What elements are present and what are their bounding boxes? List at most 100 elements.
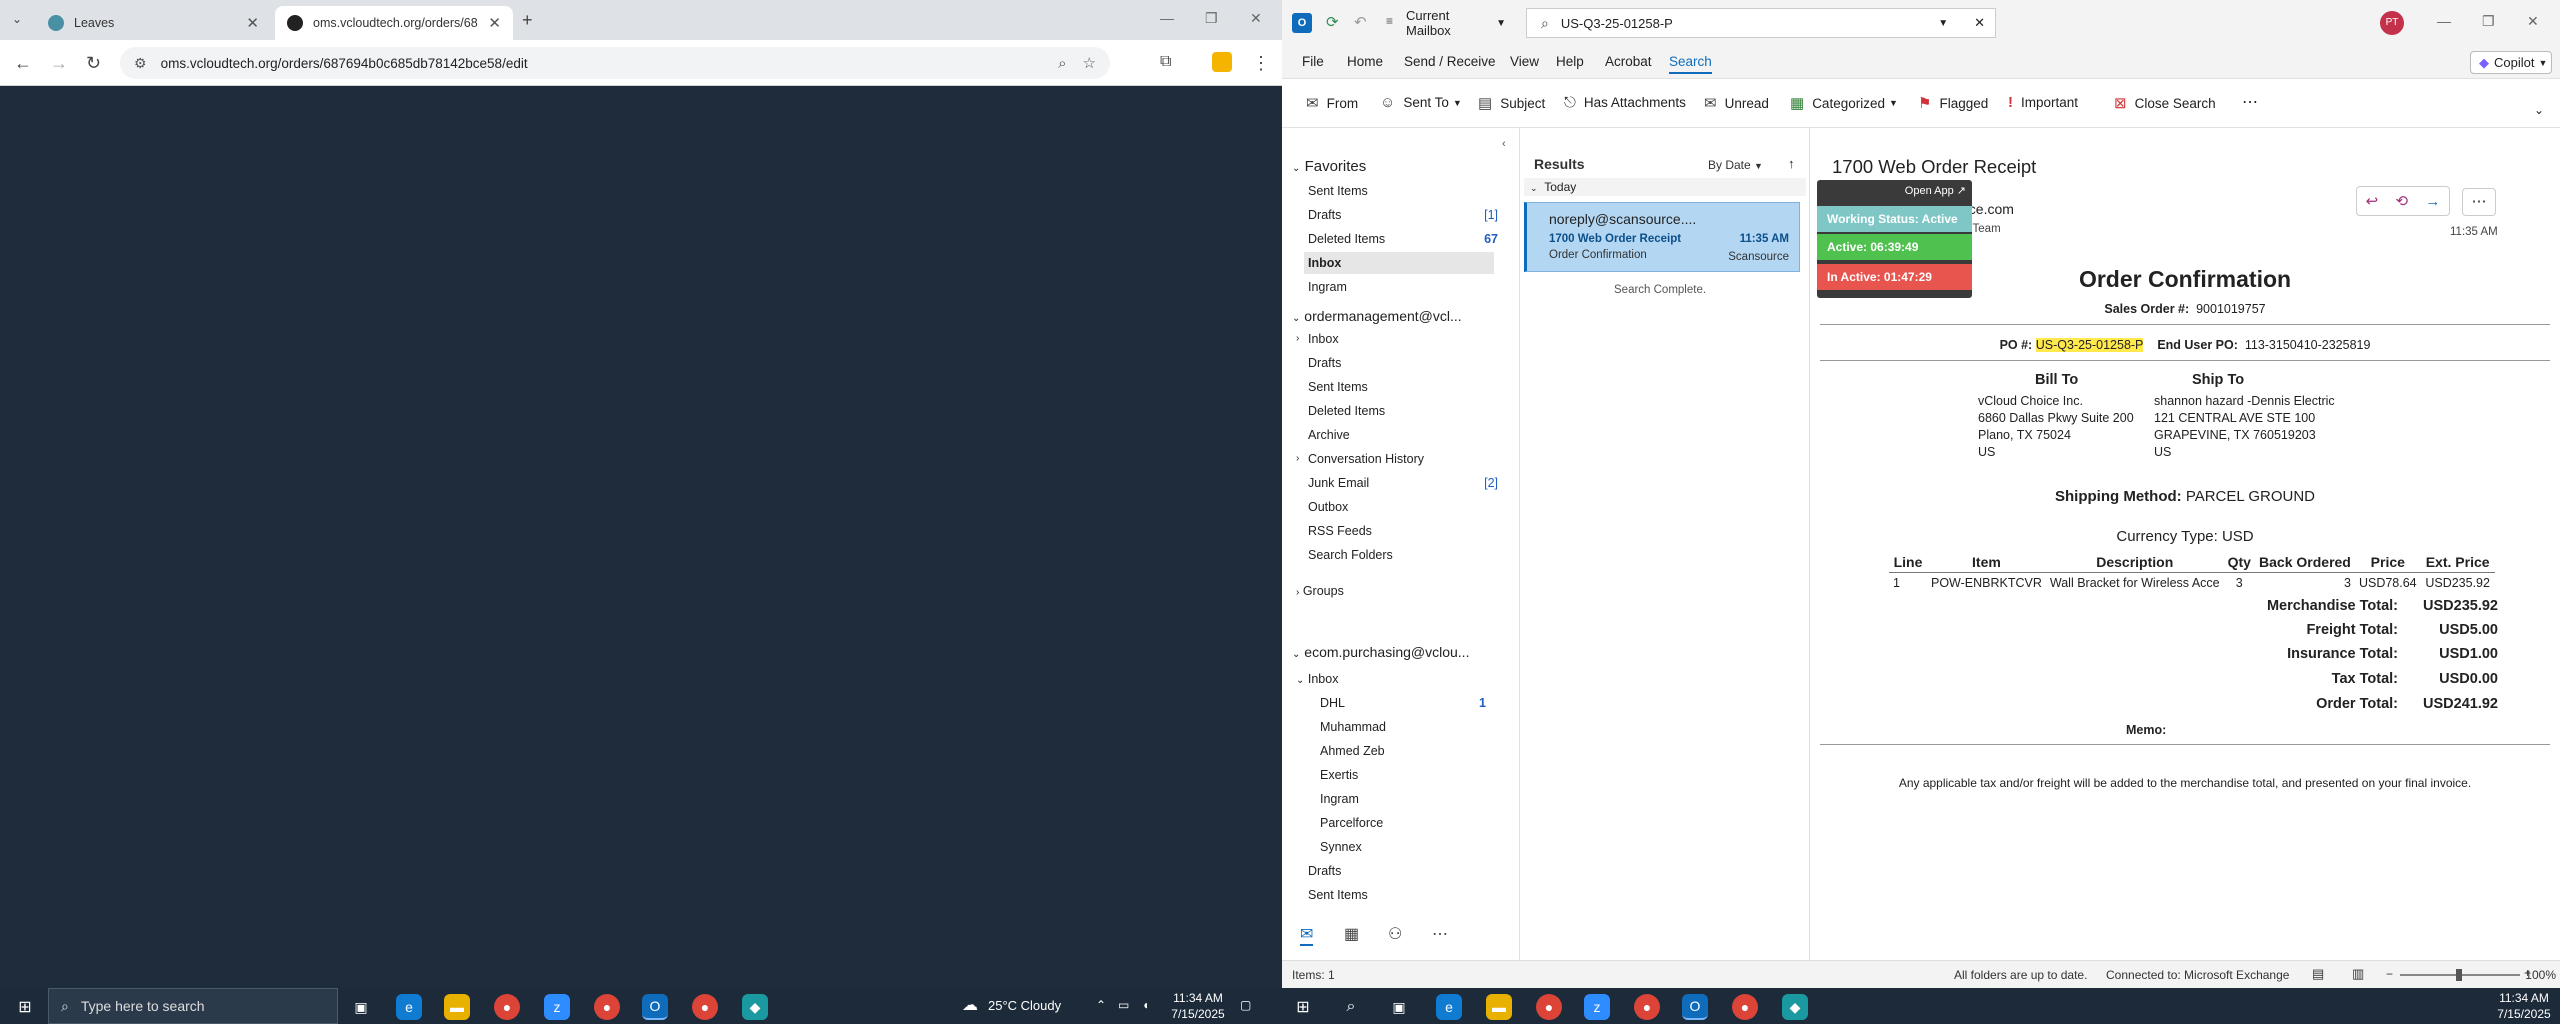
folder-item[interactable]: › Inbox: [1296, 328, 1508, 350]
people-nav-icon[interactable]: ⚇: [1388, 924, 1402, 944]
folder-item[interactable]: Deleted Items 67: [1308, 228, 1508, 250]
chrome-icon[interactable]: ●: [494, 994, 520, 1020]
folder-item[interactable]: Ahmed Zeb: [1320, 740, 1520, 762]
menu-acrobat[interactable]: Acrobat: [1605, 54, 1652, 69]
bookmark-star-icon[interactable]: ☆: [1083, 54, 1096, 72]
sent-to-button[interactable]: ☺ Sent To ▼: [1380, 94, 1462, 111]
categorized-button[interactable]: ▦ Categorized ▼: [1790, 94, 1898, 112]
start-icon[interactable]: ⊞: [1290, 994, 1316, 1020]
chrome-menu-icon[interactable]: ⋮: [1252, 53, 1270, 74]
collapse-ribbon-icon[interactable]: ⌄: [2534, 103, 2544, 117]
new-tab-icon[interactable]: +: [522, 10, 533, 31]
folder-item[interactable]: Sent Items: [1308, 376, 1508, 398]
folder-item[interactable]: › Conversation History: [1296, 448, 1508, 470]
groups-header[interactable]: › Groups: [1296, 580, 1496, 602]
restore-icon[interactable]: ❐: [2482, 13, 2495, 30]
chrome-icon[interactable]: ●: [1634, 994, 1660, 1020]
zoom-icon[interactable]: ⌕: [1058, 55, 1066, 72]
clear-search-icon[interactable]: ✕: [1974, 15, 1985, 31]
app-icon[interactable]: ◆: [742, 994, 768, 1020]
close-tab-icon[interactable]: ✕: [488, 14, 501, 32]
tab-search-icon[interactable]: ⌄: [12, 12, 22, 26]
chevron-right-icon[interactable]: ›: [1296, 448, 1299, 470]
clock[interactable]: 11:34 AM 7/15/2025: [2494, 990, 2554, 1022]
tray-chevron-icon[interactable]: ⌃: [1096, 997, 1106, 1013]
menu-send-receive[interactable]: Send / Receive: [1404, 54, 1496, 69]
extension-icon[interactable]: [1212, 52, 1232, 72]
menu-search[interactable]: Search: [1669, 54, 1712, 74]
menu-help[interactable]: Help: [1556, 54, 1584, 69]
menu-home[interactable]: Home: [1347, 54, 1383, 69]
copilot-button[interactable]: ◆ Copilot ▼: [2470, 51, 2552, 74]
search-input[interactable]: US-Q3-25-01258-P: [1561, 16, 1673, 31]
zoom-app-icon[interactable]: z: [1584, 994, 1610, 1020]
notifications-icon[interactable]: ▢: [1240, 997, 1251, 1013]
folder-item[interactable]: ⌄ Inbox: [1296, 668, 1496, 690]
folder-item[interactable]: RSS Feeds: [1308, 520, 1508, 542]
search-scope-chevron-icon[interactable]: ▼: [1938, 18, 1948, 29]
folder-item[interactable]: Exertis: [1320, 764, 1520, 786]
close-window-icon[interactable]: ✕: [1250, 10, 1262, 27]
zoom-slider[interactable]: [2400, 969, 2520, 981]
edge-icon[interactable]: e: [396, 994, 422, 1020]
weather-text[interactable]: 25°C Cloudy: [988, 998, 1061, 1014]
chrome-icon[interactable]: ●: [594, 994, 620, 1020]
clock[interactable]: 11:34 AM 7/15/2025: [1168, 990, 1228, 1022]
app-icon[interactable]: ◆: [1782, 994, 1808, 1020]
folder-item[interactable]: Sent Items: [1308, 180, 1508, 202]
search-icon[interactable]: ⌕: [1338, 994, 1364, 1020]
normal-view-icon[interactable]: ▤: [2312, 966, 2324, 982]
start-icon[interactable]: ⊞: [12, 994, 38, 1020]
folder-item[interactable]: Drafts: [1308, 352, 1508, 374]
folder-item[interactable]: Parcelforce: [1320, 812, 1520, 834]
sort-dropdown[interactable]: By Date ▼: [1708, 158, 1763, 172]
folder-item[interactable]: DHL 1: [1320, 692, 1508, 714]
sort-direction-icon[interactable]: ↑: [1788, 156, 1795, 171]
tab-orders[interactable]: oms.vcloudtech.org/orders/687 ✕: [275, 6, 513, 40]
folder-item[interactable]: Drafts [1]: [1308, 204, 1508, 226]
folder-item[interactable]: Ingram: [1308, 276, 1508, 298]
group-header[interactable]: ⌄ Today: [1524, 178, 1806, 196]
account-header[interactable]: ⌄ ordermanagement@vcl...: [1292, 308, 1462, 324]
file-explorer-icon[interactable]: ▬: [1486, 994, 1512, 1020]
favorites-header[interactable]: ⌄ Favorites: [1292, 158, 1366, 175]
account-header[interactable]: ⌄ ecom.purchasing@vclou...: [1292, 644, 1469, 660]
more-options-icon[interactable]: ⋯: [2242, 92, 2258, 112]
mailbox-scope-dropdown[interactable]: Current Mailbox ▼: [1406, 8, 1506, 38]
volume-icon[interactable]: ◖: [1142, 997, 1149, 1013]
task-view-icon[interactable]: ▣: [348, 994, 374, 1020]
important-button[interactable]: ! Important: [2008, 94, 2078, 111]
chrome-icon[interactable]: ●: [1732, 994, 1758, 1020]
extensions-icon[interactable]: ⧉: [1160, 53, 1171, 71]
chevron-right-icon[interactable]: ›: [1296, 328, 1299, 350]
list-item-selected[interactable]: noreply@scansource.... 1700 Web Order Re…: [1524, 202, 1800, 272]
network-icon[interactable]: ▭: [1118, 997, 1129, 1013]
avatar[interactable]: PT: [2380, 11, 2404, 35]
open-app-link[interactable]: Open App ↗: [1905, 184, 1966, 197]
mail-nav-icon[interactable]: ✉: [1300, 924, 1314, 946]
folder-item-selected[interactable]: Inbox: [1304, 252, 1494, 274]
close-window-icon[interactable]: ✕: [2527, 13, 2539, 30]
chevron-down-icon[interactable]: ⌄: [1296, 675, 1304, 686]
tab-leaves[interactable]: Leaves ✕: [36, 6, 271, 40]
folder-item[interactable]: Ingram: [1320, 788, 1520, 810]
search-box[interactable]: ⌕ US-Q3-25-01258-P ▼ ✕: [1526, 8, 1996, 38]
folder-item[interactable]: Synnex: [1320, 836, 1520, 858]
folder-item[interactable]: Archive: [1308, 424, 1508, 446]
close-tab-icon[interactable]: ✕: [246, 14, 259, 32]
file-explorer-icon[interactable]: ▬: [444, 994, 470, 1020]
minimize-icon[interactable]: —: [2437, 13, 2451, 29]
address-bar[interactable]: ⚙ oms.vcloudtech.org/orders/687694b0c685…: [120, 47, 1110, 79]
site-info-icon[interactable]: ⚙: [134, 55, 147, 72]
folder-item[interactable]: Outbox: [1308, 496, 1508, 518]
folder-item[interactable]: Junk Email [2]: [1308, 472, 1508, 494]
zoom-slider-thumb[interactable]: [2456, 969, 2462, 981]
back-icon[interactable]: ←: [14, 53, 32, 74]
forward-icon[interactable]: →: [50, 53, 68, 74]
zoom-app-icon[interactable]: z: [544, 994, 570, 1020]
folder-item[interactable]: Sent Items: [1308, 884, 1508, 906]
edge-icon[interactable]: e: [1436, 994, 1462, 1020]
undo-icon[interactable]: ↶: [1354, 13, 1367, 31]
reading-view-icon[interactable]: ▥: [2352, 966, 2364, 982]
taskbar-search-box[interactable]: ⌕ Type here to search: [48, 988, 338, 1024]
